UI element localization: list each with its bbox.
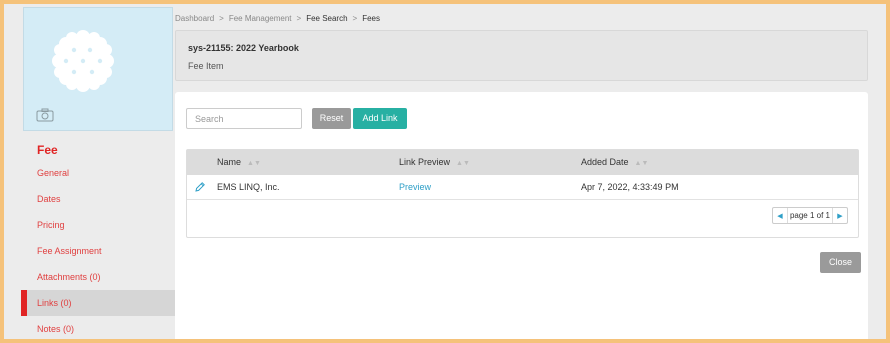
sidebar-item-attachments[interactable]: Attachments (0) [21,264,175,290]
page-indicator: page 1 of 1 [786,208,833,223]
reset-button[interactable]: Reset [312,108,351,129]
links-panel: Reset Add Link Name ▲▼ Link Preview ▲▼ Add… [175,92,868,339]
page-header: sys-21155: 2022 Yearbook Fee Item [175,30,868,81]
sort-icon: ▲▼ [247,160,261,167]
sidebar-item-general[interactable]: General [21,160,175,186]
fee-image [23,7,173,131]
links-table: Name ▲▼ Link Preview ▲▼ Added Date ▲▼ EMS L… [186,149,859,238]
section-title: Fee [37,143,58,157]
close-button[interactable]: Close [820,252,861,273]
breadcrumb: Dashboard > Fee Management > Fee Search > Fees [175,14,380,23]
pencil-icon[interactable] [194,181,206,193]
column-header-link-preview[interactable]: Link Preview ▲▼ [399,150,470,176]
column-header-name[interactable]: Name ▲▼ [217,150,261,176]
add-link-button[interactable]: Add Link [353,108,407,129]
sort-icon: ▲▼ [634,160,649,167]
page-subtitle: Fee Item [188,61,224,71]
prev-page-icon[interactable]: ◀ [773,212,787,220]
cookie-image [52,30,114,92]
sidebar-nav: General Dates Pricing Fee Assignment Att… [21,160,175,339]
cell-preview-link[interactable]: Preview [399,175,431,200]
column-header-added-date[interactable]: Added Date ▲▼ [581,150,648,176]
search-input[interactable] [186,108,302,129]
breadcrumb-dashboard[interactable]: Dashboard [175,14,214,23]
column-header-label: Link Preview [399,157,451,167]
sidebar-item-pricing[interactable]: Pricing [21,212,175,238]
column-header-label: Name [217,157,242,167]
breadcrumb-fee-search[interactable]: Fee Search [306,14,347,23]
page-title: sys-21155: 2022 Yearbook [188,43,299,53]
app-frame: Fee General Dates Pricing Fee Assignment… [4,4,886,339]
cell-added-date: Apr 7, 2022, 4:33:49 PM [581,182,679,192]
camera-icon[interactable] [36,108,54,122]
breadcrumb-fee-management[interactable]: Fee Management [229,14,292,23]
breadcrumb-fees: Fees [362,14,381,23]
breadcrumb-separator: > [296,14,302,23]
sort-icon: ▲▼ [456,160,470,167]
sidebar-item-notes[interactable]: Notes (0) [21,316,175,339]
table-header: Name ▲▼ Link Preview ▲▼ Added Date ▲▼ [187,150,858,175]
breadcrumb-separator: > [352,14,358,23]
breadcrumb-separator: > [219,14,224,23]
sidebar-item-fee-assignment[interactable]: Fee Assignment [21,238,175,264]
sidebar-item-links[interactable]: Links (0) [21,290,175,316]
pagination: ◀ page 1 of 1 ▶ [771,207,848,224]
sidebar-item-dates[interactable]: Dates [21,186,175,212]
cell-name: EMS LINQ, Inc. [217,182,280,192]
table-row: EMS LINQ, Inc. Preview Apr 7, 2022, 4:33… [187,175,858,200]
sidebar: Fee General Dates Pricing Fee Assignment… [4,4,180,339]
next-page-icon[interactable]: ▶ [833,212,847,220]
column-header-label: Added Date [581,157,629,167]
